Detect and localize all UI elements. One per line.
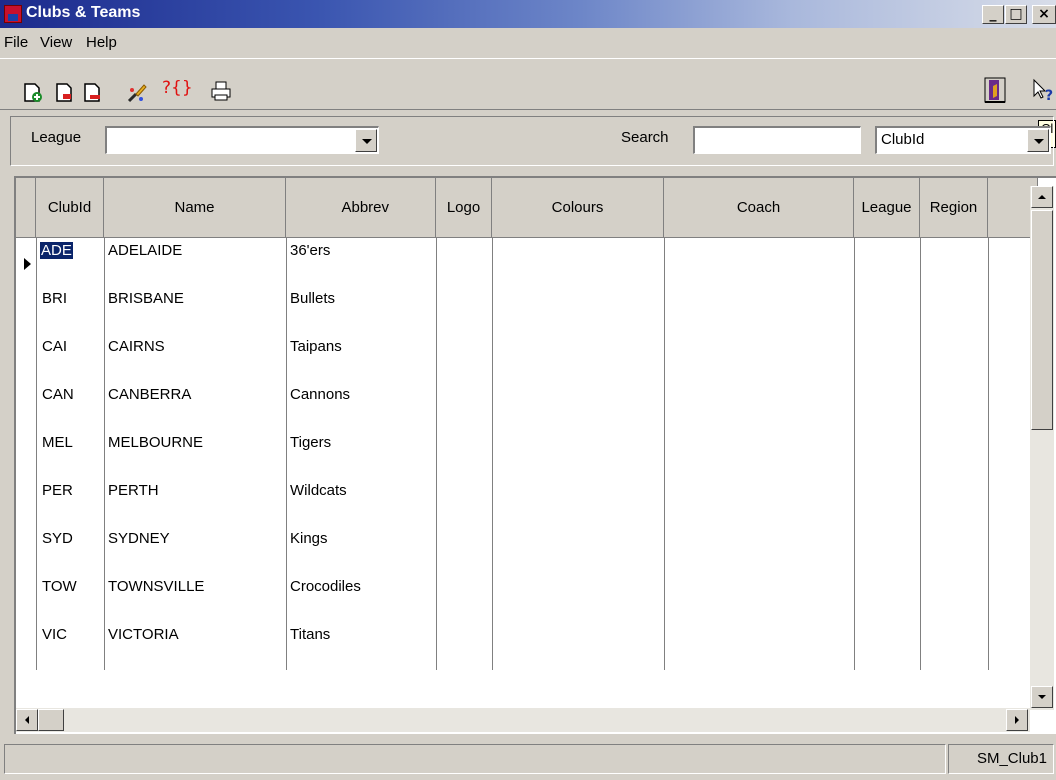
toolbar-top-divider bbox=[0, 58, 1056, 59]
cell-abbrev[interactable]: Kings bbox=[290, 530, 328, 547]
help-query-icon[interactable]: ?{} bbox=[162, 78, 202, 100]
column-divider bbox=[664, 238, 665, 670]
cell-clubid[interactable]: CAN bbox=[42, 386, 74, 403]
column-header-colours[interactable]: Colours bbox=[492, 178, 664, 238]
edit-record-icon[interactable] bbox=[54, 82, 76, 104]
column-header-abbrev[interactable]: Abbrev bbox=[286, 178, 436, 238]
column-divider bbox=[854, 238, 855, 670]
scroll-left-button[interactable] bbox=[16, 709, 38, 731]
menu-view[interactable]: View bbox=[40, 34, 72, 51]
column-divider bbox=[36, 238, 37, 670]
window-title: Clubs & Teams bbox=[26, 4, 141, 21]
league-dropdown[interactable] bbox=[105, 126, 379, 154]
clubs-grid[interactable]: ClubId Name Abbrev Logo Colours Coach Le… bbox=[14, 176, 1056, 734]
cell-abbrev[interactable]: Wildcats bbox=[290, 482, 347, 499]
horizontal-scrollbar[interactable] bbox=[16, 708, 1030, 732]
cell-name[interactable]: CAIRNS bbox=[108, 338, 165, 355]
cell-name[interactable]: BRISBANE bbox=[108, 290, 184, 307]
app-icon[interactable] bbox=[4, 5, 22, 23]
column-divider bbox=[920, 238, 921, 670]
scroll-right-button[interactable] bbox=[1006, 709, 1028, 731]
status-pane-form-name: SM_Club1 bbox=[948, 744, 1054, 774]
delete-record-icon[interactable] bbox=[82, 82, 104, 104]
exit-icon[interactable] bbox=[982, 76, 1008, 104]
cell-clubid[interactable]: BRI bbox=[42, 290, 67, 307]
cell-abbrev[interactable]: Tigers bbox=[290, 434, 331, 451]
league-dropdown-button[interactable] bbox=[355, 129, 377, 152]
menu-help[interactable]: Help bbox=[86, 34, 117, 51]
cell-abbrev[interactable]: 36'ers bbox=[290, 242, 330, 259]
cell-abbrev[interactable]: Titans bbox=[290, 626, 330, 643]
status-pane-main bbox=[4, 744, 946, 774]
current-row-indicator-icon bbox=[24, 258, 31, 270]
customize-icon[interactable] bbox=[126, 82, 148, 104]
search-label: Search bbox=[621, 129, 669, 146]
vertical-scrollbar[interactable] bbox=[1030, 186, 1054, 710]
cell-clubid[interactable]: PER bbox=[42, 482, 73, 499]
cell-abbrev[interactable]: Taipans bbox=[290, 338, 342, 355]
maximize-button[interactable]: □ bbox=[1005, 5, 1027, 24]
cell-clubid[interactable]: VIC bbox=[42, 626, 67, 643]
minimize-button[interactable]: _ bbox=[982, 5, 1004, 24]
cell-clubid[interactable]: ADE bbox=[40, 242, 73, 259]
column-header-coach[interactable]: Coach bbox=[664, 178, 854, 238]
menu-file[interactable]: File bbox=[4, 34, 28, 51]
column-divider bbox=[436, 238, 437, 670]
search-field-dropdown-button[interactable] bbox=[1027, 129, 1049, 152]
cell-clubid[interactable]: MEL bbox=[42, 434, 73, 451]
arrow-up-icon bbox=[1038, 195, 1046, 199]
cell-name[interactable]: SYDNEY bbox=[108, 530, 170, 547]
column-divider bbox=[492, 238, 493, 670]
scroll-up-button[interactable] bbox=[1031, 186, 1053, 208]
cell-name[interactable]: VICTORIA bbox=[108, 626, 179, 643]
cell-clubid[interactable]: TOW bbox=[42, 578, 77, 595]
column-header-logo[interactable]: Logo bbox=[436, 178, 492, 238]
cell-abbrev[interactable]: Bullets bbox=[290, 290, 335, 307]
cell-name[interactable]: CANBERRA bbox=[108, 386, 191, 403]
column-divider bbox=[988, 238, 989, 670]
new-record-icon[interactable] bbox=[22, 82, 44, 104]
clubs-teams-window: Clubs & Teams _ □ × File View Help ?{} ?… bbox=[0, 0, 1056, 780]
column-divider bbox=[104, 238, 105, 670]
search-input[interactable] bbox=[693, 126, 861, 154]
cell-name[interactable]: ADELAIDE bbox=[108, 242, 182, 259]
column-divider bbox=[286, 238, 287, 670]
row-selector-header bbox=[16, 178, 36, 238]
cell-abbrev[interactable]: Cannons bbox=[290, 386, 350, 403]
arrow-down-icon bbox=[1038, 695, 1046, 699]
arrow-right-icon bbox=[1015, 716, 1019, 724]
cell-abbrev[interactable]: Crocodiles bbox=[290, 578, 361, 595]
column-header-league[interactable]: League bbox=[854, 178, 920, 238]
cell-clubid[interactable]: SYD bbox=[42, 530, 73, 547]
column-header-region[interactable]: Region bbox=[920, 178, 988, 238]
column-header-name[interactable]: Name bbox=[104, 178, 286, 238]
menu-bar: File View Help bbox=[0, 28, 1056, 58]
filter-bar: League Search ClubId bbox=[10, 116, 1054, 166]
horizontal-scroll-thumb[interactable] bbox=[38, 709, 64, 731]
svg-text:?: ? bbox=[1045, 88, 1053, 104]
arrow-left-icon bbox=[25, 716, 29, 724]
cell-name[interactable]: MELBOURNE bbox=[108, 434, 203, 451]
cell-clubid[interactable]: CAI bbox=[42, 338, 67, 355]
print-icon[interactable] bbox=[210, 80, 232, 102]
cell-name[interactable]: TOWNSVILLE bbox=[108, 578, 204, 595]
scroll-down-button[interactable] bbox=[1031, 686, 1053, 708]
league-label: League bbox=[31, 129, 82, 146]
status-bar: SM_Club1 bbox=[0, 738, 1056, 780]
vertical-scroll-thumb[interactable] bbox=[1031, 210, 1053, 430]
close-button[interactable]: × bbox=[1032, 5, 1056, 24]
search-field-value: ClubId bbox=[881, 131, 925, 148]
title-bar[interactable]: Clubs & Teams _ □ × bbox=[0, 0, 1056, 28]
toolbar: ?{} ? Cl bbox=[0, 58, 1056, 148]
cell-name[interactable]: PERTH bbox=[108, 482, 159, 499]
column-header-clubid[interactable]: ClubId bbox=[36, 178, 104, 238]
context-help-icon[interactable]: ? bbox=[1030, 76, 1056, 104]
search-field-dropdown[interactable]: ClubId bbox=[875, 126, 1051, 154]
